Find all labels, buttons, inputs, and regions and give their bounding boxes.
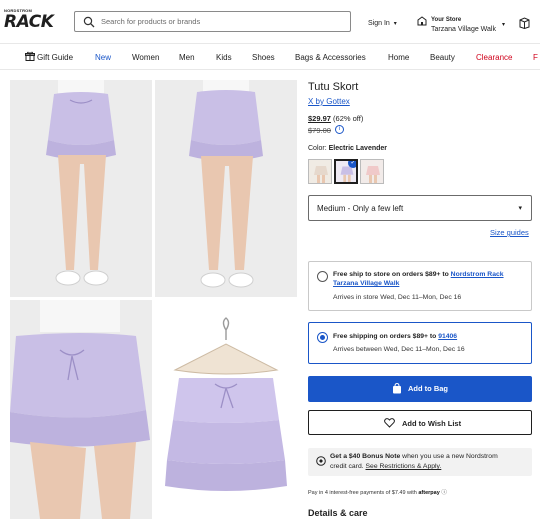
nav-more[interactable]: F <box>533 53 538 62</box>
home-arrival-text: Arrives between Wed, Dec 11–Mon, Dec 16 <box>333 346 465 353</box>
color-swatch-1[interactable] <box>308 159 332 184</box>
chevron-down-icon: ▾ <box>393 21 397 27</box>
ship-to-home-prefix: Free shipping on orders $89+ to <box>333 333 439 340</box>
bonus-line-1: Get a $40 Bonus Note when you use a new … <box>330 453 498 460</box>
selected-size: Medium - Only a few left <box>317 204 404 213</box>
nav-home[interactable]: Home <box>388 53 409 62</box>
nav-new[interactable]: New <box>95 53 111 62</box>
bonus-line2-prefix: credit card. <box>330 463 366 470</box>
store-label: Your Store <box>431 17 462 23</box>
add-to-bag-label: Add to Bag <box>408 384 448 393</box>
product-image-front[interactable] <box>10 80 152 297</box>
swatch-image <box>361 160 383 183</box>
ship-to-home-text: Free shipping on orders $89+ to 91406 <box>333 332 457 341</box>
product-image-hanger[interactable] <box>155 300 297 519</box>
bonus-rest: when you use a new Nordstrom <box>400 453 498 460</box>
nordstrom-rack-logo[interactable]: NORDSTROM RACK <box>4 8 62 34</box>
shopping-bag-icon[interactable] <box>519 17 530 29</box>
color-label-prefix: Color: <box>308 145 327 152</box>
check-icon: ✓ <box>348 161 356 168</box>
radio-button[interactable] <box>317 271 328 282</box>
product-photo-front <box>10 80 152 297</box>
details-care-heading[interactable]: Details & care <box>308 508 368 518</box>
add-to-wishlist-button[interactable]: Add to Wish List <box>308 410 532 435</box>
color-label: Color: Electric Lavender <box>308 145 387 152</box>
product-image-back[interactable] <box>155 80 297 297</box>
ship-to-store-text: Free ship to store on orders $89+ to Nor… <box>333 270 529 288</box>
nav-beauty[interactable]: Beauty <box>430 53 455 62</box>
store-icon <box>417 16 427 26</box>
gift-card-icon <box>316 456 326 466</box>
size-guides-link[interactable]: Size guides <box>490 228 529 237</box>
selected-color-name: Electric Lavender <box>328 145 388 152</box>
site-header: NORDSTROM RACK Search for products or br… <box>0 0 540 43</box>
afterpay-logo: afterpay <box>418 490 440 496</box>
swatch-image <box>309 160 331 183</box>
sign-in-button[interactable]: Sign In ▾ <box>368 20 397 27</box>
info-icon[interactable]: i <box>335 125 344 134</box>
product-title: Tutu Skort <box>308 81 359 93</box>
info-icon[interactable]: ⓘ <box>441 490 447 496</box>
search-placeholder: Search for products or brands <box>101 17 201 26</box>
bag-icon <box>393 383 401 394</box>
nav-gift-guide[interactable]: Gift Guide <box>37 53 73 62</box>
heart-icon <box>384 418 395 428</box>
nav-clearance[interactable]: Clearance <box>476 53 512 62</box>
ship-to-home-option[interactable]: Free shipping on orders $89+ to 91406 Ar… <box>308 322 532 364</box>
chevron-down-icon: ▾ <box>518 205 522 212</box>
size-select[interactable]: Medium - Only a few left ▾ <box>308 195 532 221</box>
nav-kids[interactable]: Kids <box>216 53 232 62</box>
color-swatch-3[interactable] <box>360 159 384 184</box>
installment-text: Pay in 4 interest-free payments of $7.49… <box>308 490 419 496</box>
original-price: $79.00 <box>308 126 331 135</box>
logo-big-text: RACK <box>4 12 54 32</box>
store-selector[interactable]: Your Store Tarzana Village Walk ▾ <box>417 14 509 36</box>
gift-icon <box>25 51 35 61</box>
ship-to-store-prefix: Free ship to store on orders $89+ to <box>333 271 451 278</box>
discount-percent: (62% off) <box>333 114 364 123</box>
nav-shoes[interactable]: Shoes <box>252 53 275 62</box>
product-photo-hanger <box>155 300 297 519</box>
installment-info: Pay in 4 interest-free payments of $7.49… <box>308 488 447 496</box>
bonus-bold: Get a $40 Bonus Note <box>330 453 401 460</box>
category-nav: Gift Guide New Women Men Kids Shoes Bags… <box>0 43 540 70</box>
nav-men[interactable]: Men <box>179 53 195 62</box>
store-name: Tarzana Village Walk <box>431 26 496 33</box>
product-photo-side <box>10 300 152 519</box>
search-icon <box>83 16 95 28</box>
radio-button-selected[interactable] <box>317 332 328 343</box>
bonus-note-promo: Get a $40 Bonus Note when you use a new … <box>308 448 532 476</box>
nav-women[interactable]: Women <box>132 53 159 62</box>
zip-link[interactable]: 91406 <box>438 333 457 340</box>
bonus-line-2: credit card. See Restrictions & Apply. <box>330 463 441 470</box>
ship-to-store-option[interactable]: Free ship to store on orders $89+ to Nor… <box>308 261 532 311</box>
restrictions-apply-link[interactable]: See Restrictions & Apply. <box>366 463 442 470</box>
product-image-side[interactable] <box>10 300 152 519</box>
price: $29.97 (62% off) <box>308 114 363 123</box>
nav-bags-accessories[interactable]: Bags & Accessories <box>295 53 366 62</box>
brand-link[interactable]: X by Gottex <box>308 97 350 106</box>
product-photo-back <box>155 80 297 297</box>
sign-in-label: Sign In <box>368 20 390 27</box>
color-swatch-electric-lavender[interactable]: ✓ <box>334 159 358 184</box>
add-to-wishlist-label: Add to Wish List <box>402 419 462 428</box>
chevron-down-icon: ▾ <box>502 22 506 28</box>
add-to-bag-button[interactable]: Add to Bag <box>308 376 532 402</box>
store-arrival-text: Arrives in store Wed, Dec 11–Mon, Dec 16 <box>333 294 462 301</box>
search-input[interactable]: Search for products or brands <box>74 11 351 32</box>
sale-price: $29.97 <box>308 114 331 123</box>
